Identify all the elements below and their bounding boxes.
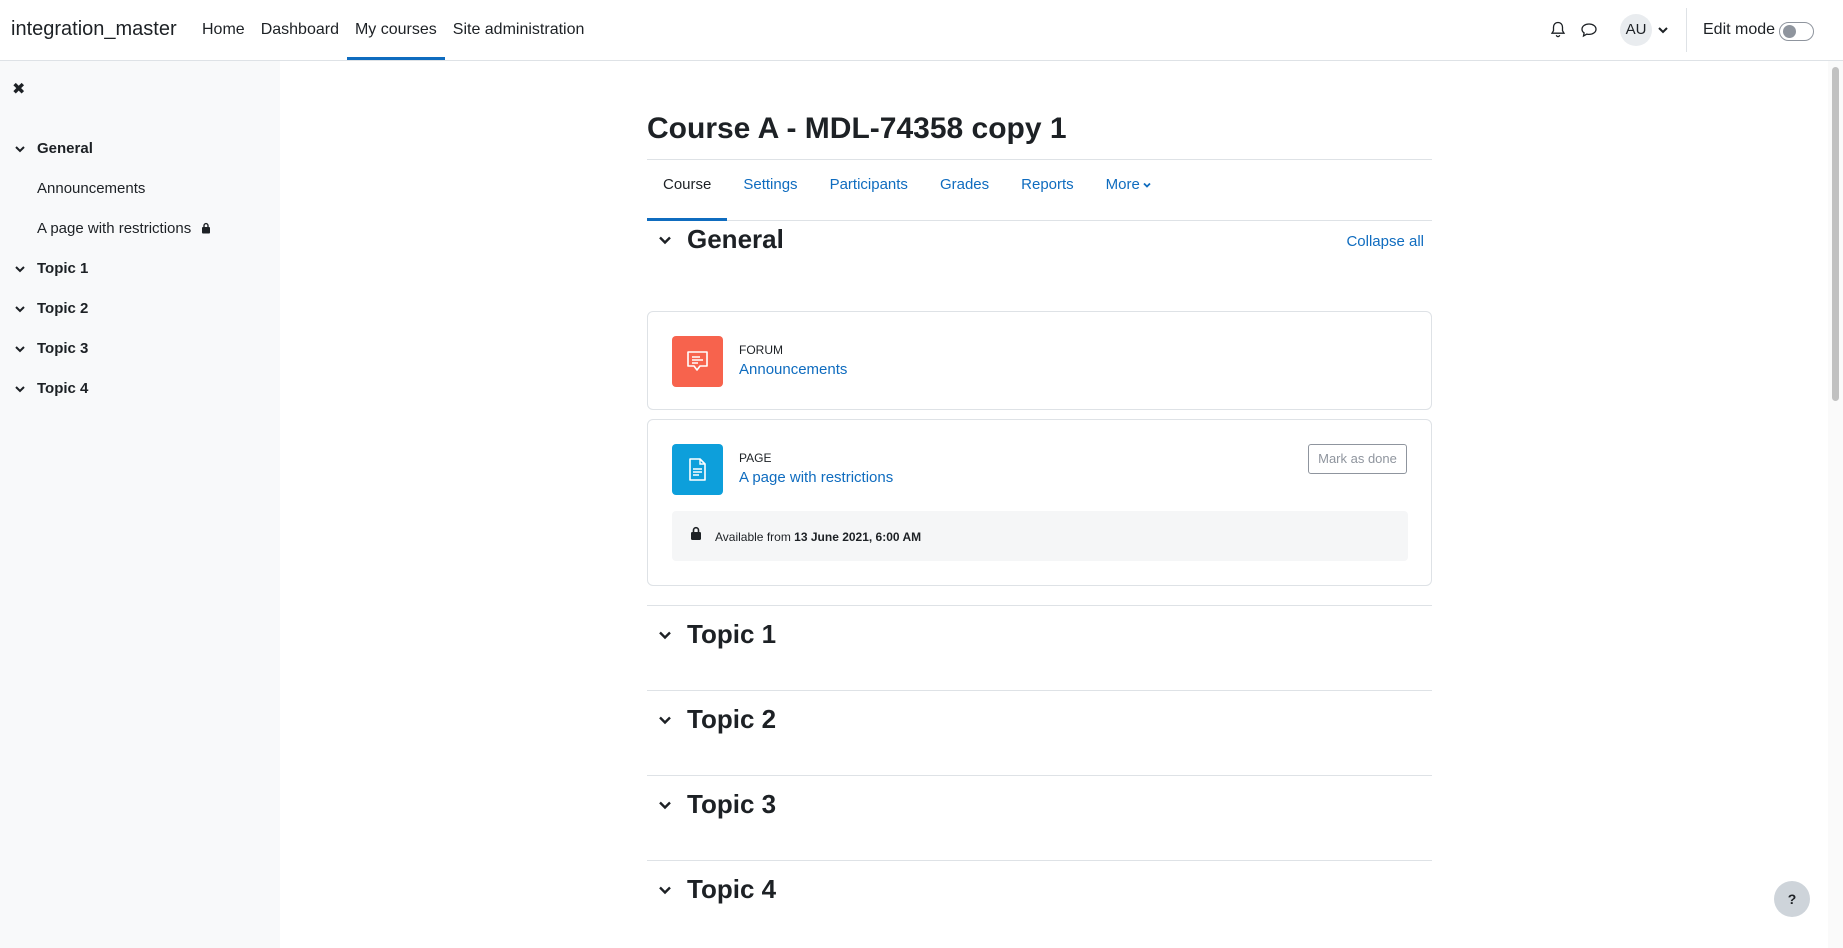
activity-link-page-with-restrictions[interactable]: A page with restrictions xyxy=(739,469,893,486)
activity-page-with-restrictions: Page A page with restrictions Mark as do… xyxy=(647,419,1432,586)
lock-icon xyxy=(691,526,701,540)
course-index-section-label: Topic 3 xyxy=(37,340,89,357)
collapse-all-link[interactable]: Collapse all xyxy=(1346,233,1424,250)
scrollbar-thumb[interactable] xyxy=(1832,67,1839,401)
chevron-down-icon[interactable] xyxy=(657,882,673,898)
activity-type-label: Forum xyxy=(739,343,783,357)
chevron-down-icon[interactable] xyxy=(14,383,26,395)
course-index-item-label: Announcements xyxy=(37,180,146,197)
primary-navigation: Home Dashboard My courses Site administr… xyxy=(194,0,592,60)
course-index-section-label: General xyxy=(37,140,93,157)
chevron-down-icon[interactable] xyxy=(657,627,673,643)
chevron-down-icon xyxy=(1143,182,1151,188)
chevron-down-icon[interactable] xyxy=(1657,23,1669,35)
chevron-down-icon[interactable] xyxy=(657,232,673,248)
course-index-drawer: ✖ General Announcements A page with rest… xyxy=(0,61,280,948)
messages-icon[interactable] xyxy=(1579,20,1599,40)
course-index-section-label: Topic 1 xyxy=(37,260,89,277)
section-topic-3-header: Topic 3 xyxy=(647,776,1432,836)
edit-mode-toggle[interactable] xyxy=(1779,22,1814,41)
chevron-down-icon[interactable] xyxy=(657,797,673,813)
user-avatar[interactable]: AU xyxy=(1620,14,1652,46)
course-index-section-label: Topic 2 xyxy=(37,300,89,317)
restriction-info: Available from 13 June 2021, 6:00 AM xyxy=(672,511,1408,561)
course-index: General Announcements A page with restri… xyxy=(0,129,280,409)
course-index-section-general[interactable]: General xyxy=(0,129,280,169)
section-title: Topic 1 xyxy=(687,619,777,649)
course-index-section-label: Topic 4 xyxy=(37,380,89,397)
course-index-section-topic-1[interactable]: Topic 1 xyxy=(0,249,280,289)
top-navbar: integration_master Home Dashboard My cou… xyxy=(0,0,1843,61)
page-scrollbar[interactable] xyxy=(1828,61,1843,948)
navbar-divider xyxy=(1686,8,1687,52)
section-title: Topic 4 xyxy=(687,874,777,904)
chevron-down-icon[interactable] xyxy=(14,263,26,275)
close-icon[interactable]: ✖ xyxy=(12,81,30,99)
activity-type-label: Page xyxy=(739,451,772,465)
course-index-item-label: A page with restrictions xyxy=(37,220,192,237)
chevron-down-icon[interactable] xyxy=(14,143,26,155)
nav-item-home[interactable]: Home xyxy=(194,0,253,60)
section-general-header: General Collapse all xyxy=(647,211,1432,271)
bell-icon[interactable] xyxy=(1548,20,1568,40)
nav-item-site-administration[interactable]: Site administration xyxy=(445,0,593,60)
edit-mode-label: Edit mode xyxy=(1703,21,1776,38)
course-index-item-announcements[interactable]: Announcements xyxy=(0,169,280,209)
section-title: Topic 2 xyxy=(687,704,777,734)
toggle-knob xyxy=(1783,25,1796,38)
restriction-text: Available from 13 June 2021, 6:00 AM xyxy=(715,530,921,544)
course-index-section-topic-3[interactable]: Topic 3 xyxy=(0,329,280,369)
mark-as-done-button[interactable]: Mark as done xyxy=(1308,444,1407,474)
tab-more-label: More xyxy=(1105,176,1140,193)
section-title: General xyxy=(687,224,784,254)
lock-icon xyxy=(202,222,211,234)
restriction-date: 13 June 2021, 6:00 AM xyxy=(794,530,922,544)
activity-forum-announcements: Forum Announcements xyxy=(647,311,1432,410)
page-title: Course A - MDL-74358 copy 1 xyxy=(647,112,1067,145)
site-brand-link[interactable]: integration_master xyxy=(11,18,177,41)
activity-link-announcements[interactable]: Announcements xyxy=(739,361,847,378)
help-button[interactable]: ? xyxy=(1774,881,1810,917)
section-topic-2-header: Topic 2 xyxy=(647,691,1432,751)
page-icon xyxy=(672,444,723,495)
chevron-down-icon[interactable] xyxy=(14,343,26,355)
section-title: Topic 3 xyxy=(687,789,777,819)
nav-item-dashboard[interactable]: Dashboard xyxy=(253,0,347,60)
restriction-prefix: Available from xyxy=(715,530,791,544)
section-topic-4-header: Topic 4 xyxy=(647,861,1432,921)
course-index-section-topic-2[interactable]: Topic 2 xyxy=(0,289,280,329)
chevron-down-icon[interactable] xyxy=(14,303,26,315)
forum-icon xyxy=(672,336,723,387)
course-index-item-page-with-restrictions[interactable]: A page with restrictions xyxy=(0,209,280,249)
nav-item-my-courses[interactable]: My courses xyxy=(346,0,445,60)
chevron-down-icon[interactable] xyxy=(657,712,673,728)
section-topic-1-header: Topic 1 xyxy=(647,606,1432,666)
course-index-section-topic-4[interactable]: Topic 4 xyxy=(0,369,280,409)
